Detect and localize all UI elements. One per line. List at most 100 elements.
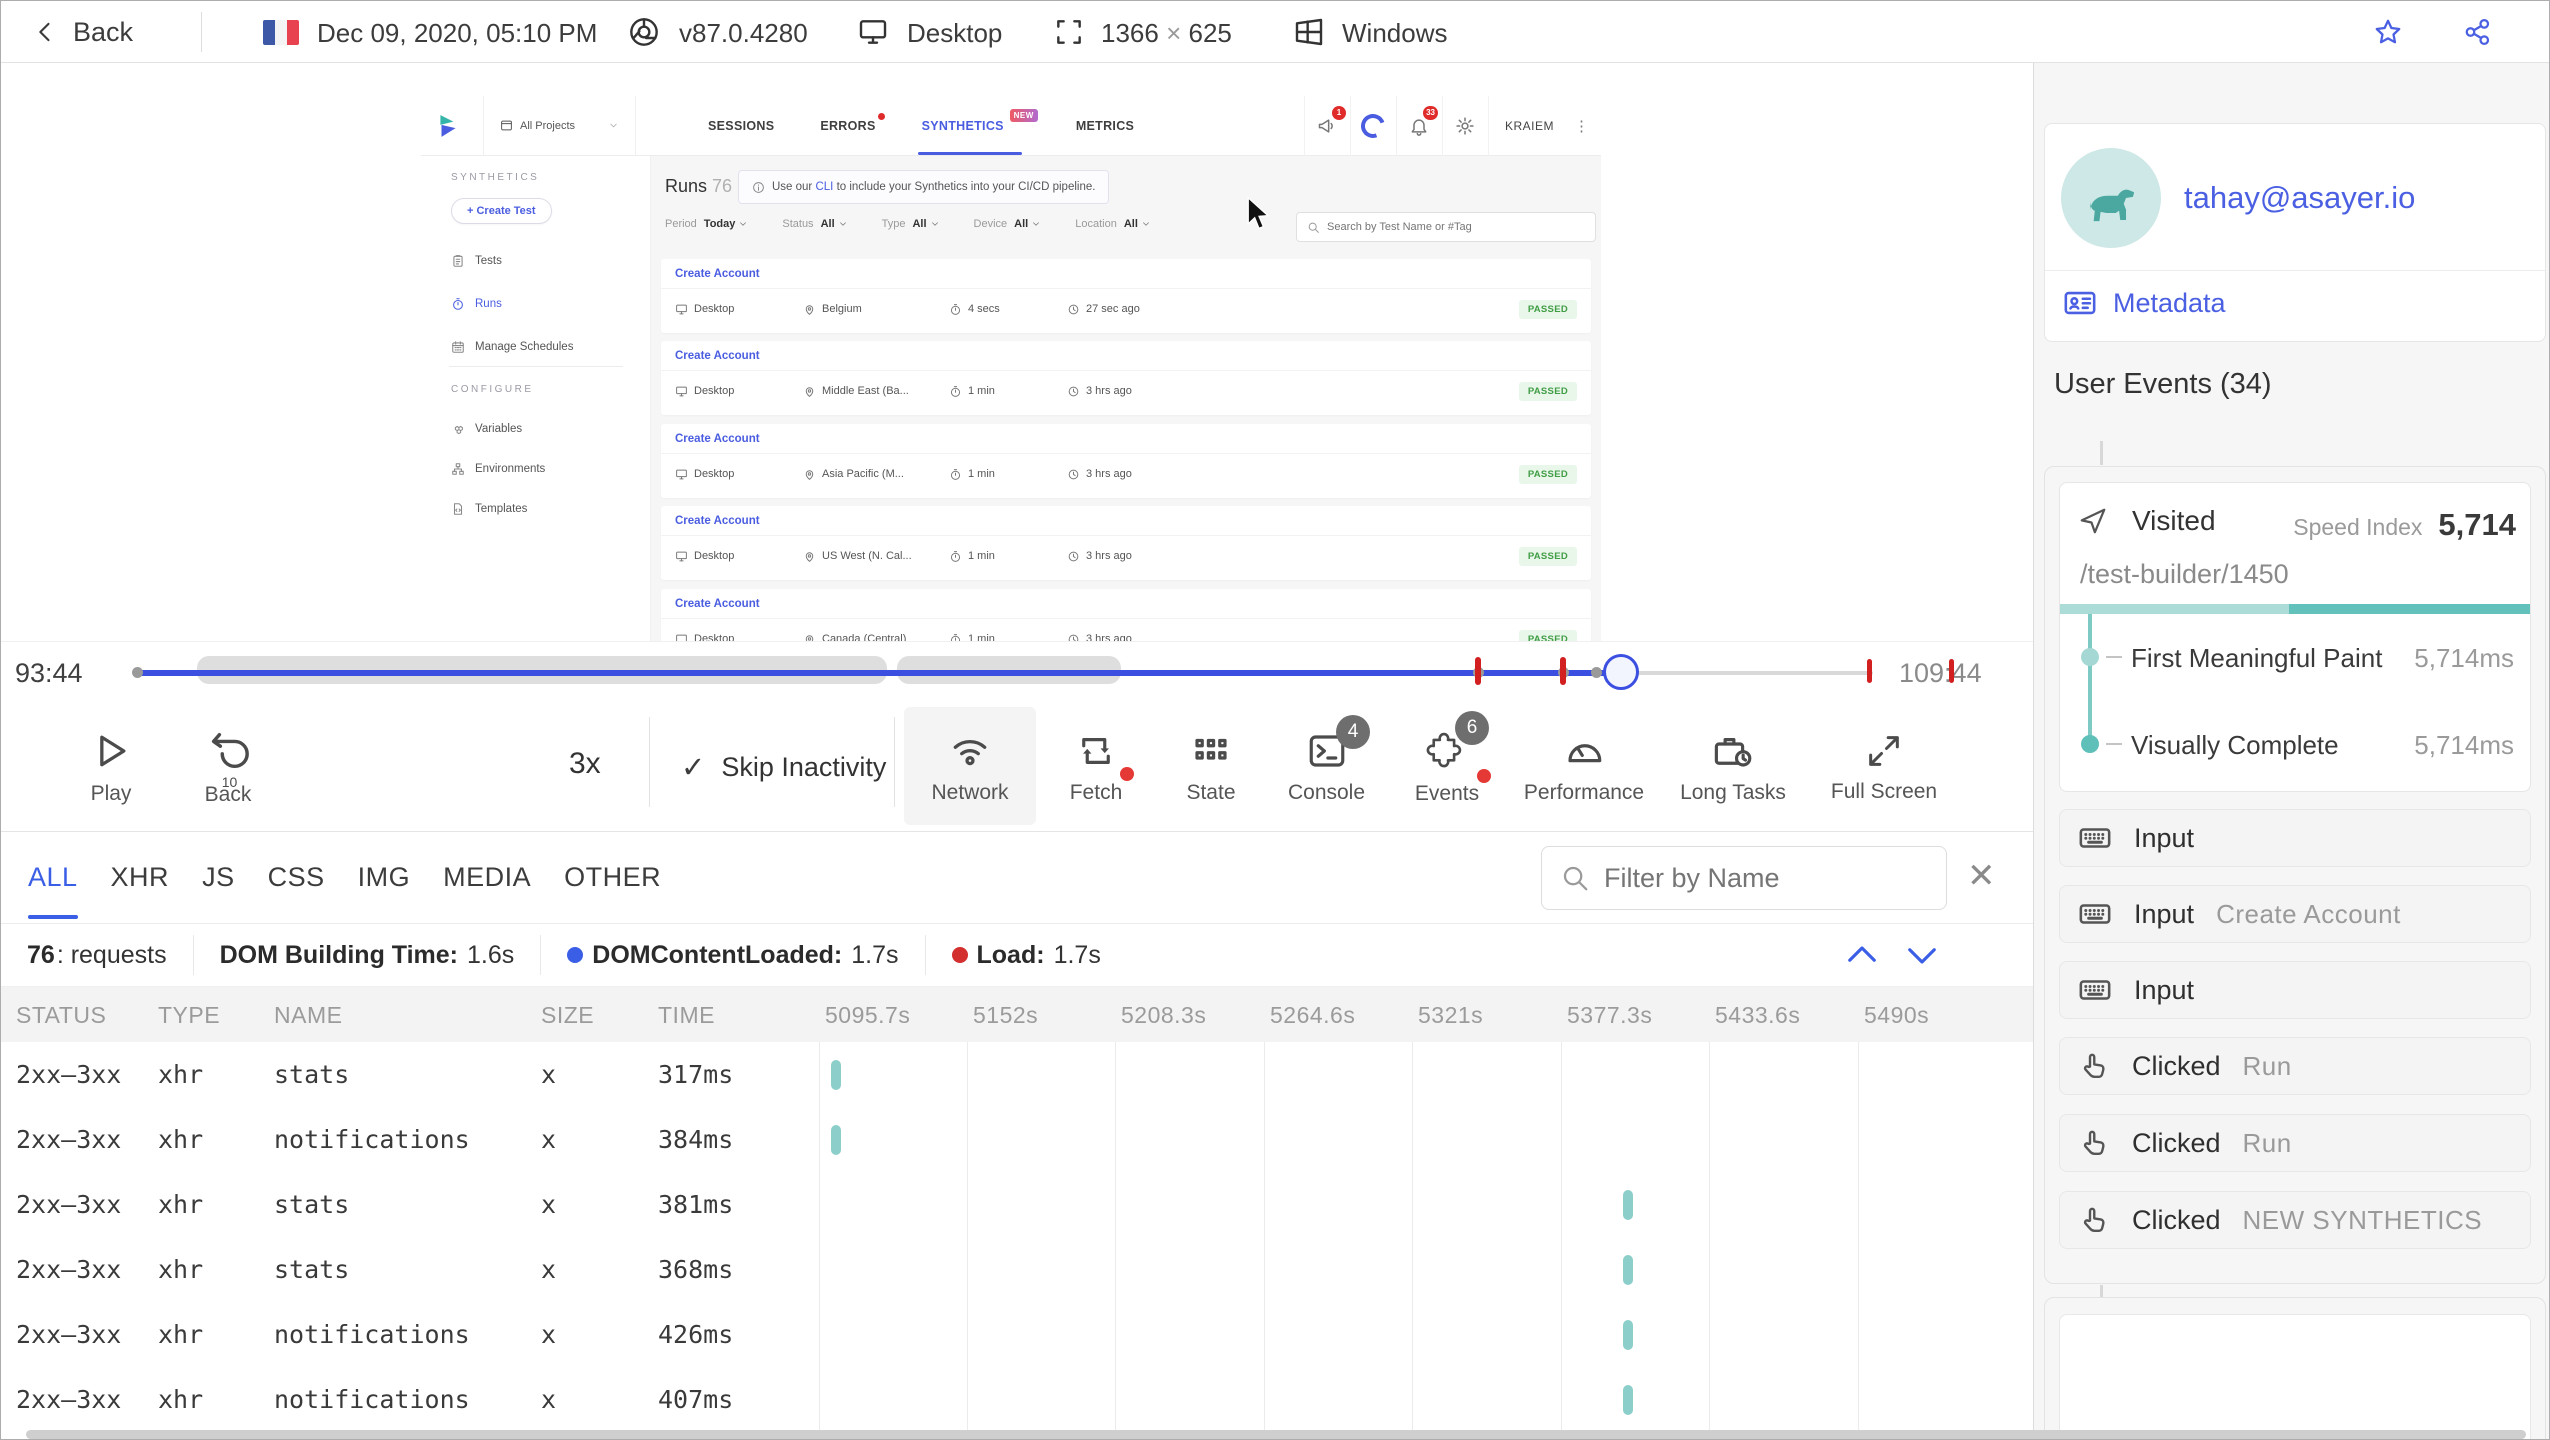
metadata-button[interactable]: Metadata xyxy=(2063,286,2226,320)
tab-xhr[interactable]: XHR xyxy=(111,836,170,919)
col-time[interactable]: TIME xyxy=(658,1002,715,1029)
request-row[interactable]: 2xx–3xx xhr stats x 368ms xyxy=(1,1237,2033,1302)
project-selector[interactable]: All Projects xyxy=(483,95,637,156)
performance-panel-button[interactable]: Performance xyxy=(1509,711,1659,823)
events-panel-button[interactable]: Events 6 xyxy=(1391,711,1503,823)
user-menu[interactable]: KRAIEM xyxy=(1487,95,1570,156)
back-button[interactable]: Back xyxy=(73,17,133,48)
run-card[interactable]: Create Account Desktop Canada (Central) … xyxy=(661,589,1591,641)
tab-media[interactable]: MEDIA xyxy=(443,836,531,919)
tab-other[interactable]: OTHER xyxy=(564,836,661,919)
jump-up-icon[interactable] xyxy=(1841,934,1883,976)
console-panel-button[interactable]: Console 4 xyxy=(1269,711,1384,823)
tab-img[interactable]: IMG xyxy=(358,836,411,919)
cli-link[interactable]: CLI xyxy=(815,181,833,193)
event-clicked[interactable]: Clicked Run xyxy=(2059,1037,2531,1095)
jump-down-icon[interactable] xyxy=(1901,934,1943,976)
filter-type[interactable]: Type All xyxy=(882,218,940,230)
tab-errors[interactable]: ERRORS xyxy=(820,97,885,155)
col-name[interactable]: NAME xyxy=(274,1002,342,1029)
run-card[interactable]: Create Account Desktop US West (N. Cal..… xyxy=(661,506,1591,580)
col-size[interactable]: SIZE xyxy=(541,1002,594,1029)
run-time-ago: 27 sec ago xyxy=(1067,303,1519,316)
event-clicked[interactable]: Clicked NEW SYNTHETICS xyxy=(2059,1191,2531,1249)
run-card[interactable]: Create Account Desktop Middle East (Ba..… xyxy=(661,341,1591,415)
sidebar-item-variables[interactable]: Variables xyxy=(451,422,522,436)
sidebar-item-environments[interactable]: Environments xyxy=(451,462,545,476)
state-panel-button[interactable]: State xyxy=(1161,711,1261,823)
event-input[interactable]: Input xyxy=(2059,961,2531,1019)
browser-chrome-icon xyxy=(628,16,660,48)
kebab-menu[interactable]: ⋮ xyxy=(1570,117,1601,135)
tab-all[interactable]: ALL xyxy=(28,836,78,919)
create-test-button[interactable]: + Create Test xyxy=(451,198,552,224)
run-name-link[interactable]: Create Account xyxy=(661,589,1591,610)
notifications-button[interactable]: 33 xyxy=(1395,95,1442,156)
run-card[interactable]: Create Account Desktop Asia Pacific (M..… xyxy=(661,424,1591,498)
fetch-panel-button[interactable]: Fetch xyxy=(1046,711,1146,823)
run-status-badge: PASSED xyxy=(1518,464,1577,484)
runs-search[interactable] xyxy=(1296,212,1596,242)
filter-input[interactable] xyxy=(1604,862,1904,894)
filter-status[interactable]: Status All xyxy=(782,218,847,230)
event-input[interactable]: Input xyxy=(2059,809,2531,867)
horizontal-scrollbar[interactable] xyxy=(26,1430,2526,1439)
event-input[interactable]: Input Create Account xyxy=(2059,885,2531,943)
events-badge: 6 xyxy=(1455,711,1489,745)
filter-period[interactable]: Period Today xyxy=(665,218,748,230)
network-summary: 76: requests DOM Building Time: 1.6s DOMC… xyxy=(1,924,2033,987)
long-tasks-panel-button[interactable]: Long Tasks xyxy=(1663,711,1803,823)
user-email[interactable]: tahay@asayer.io xyxy=(2184,180,2415,216)
filter-device[interactable]: Device All xyxy=(974,218,1042,230)
sidebar-item-manage-schedules[interactable]: Manage Schedules xyxy=(451,340,573,354)
run-name-link[interactable]: Create Account xyxy=(661,259,1591,280)
back-10s-button[interactable]: 10 Back xyxy=(191,711,265,823)
session-replay-window: Back Dec 09, 2020, 05:10 PM v87.0.4280 D… xyxy=(0,0,2550,1440)
tab-sessions[interactable]: SESSIONS xyxy=(708,97,774,155)
speed-toggle[interactable]: 3x xyxy=(569,747,601,781)
run-name-link[interactable]: Create Account xyxy=(661,424,1591,445)
full-screen-button[interactable]: Full Screen xyxy=(1809,711,1959,823)
run-card[interactable]: Create Account Desktop Belgium 4 secs 27… xyxy=(661,259,1591,333)
tab-metrics[interactable]: METRICS xyxy=(1076,97,1134,155)
tab-js[interactable]: JS xyxy=(202,836,235,919)
run-name-link[interactable]: Create Account xyxy=(661,506,1591,527)
player-timeline[interactable]: 93:44 109:44 xyxy=(1,641,2033,703)
sidebar-item-runs[interactable]: Runs xyxy=(451,297,502,311)
col-type[interactable]: TYPE xyxy=(158,1002,220,1029)
request-row[interactable]: 2xx–3xx xhr stats x 317ms xyxy=(1,1042,2033,1107)
runs-search-input[interactable] xyxy=(1327,221,1577,233)
play-button[interactable]: Play xyxy=(76,711,146,823)
tab-css[interactable]: CSS xyxy=(268,836,325,919)
speed-index: Speed Index 5,714 xyxy=(2293,507,2516,542)
run-status-badge: PASSED xyxy=(1518,546,1577,566)
app-logo-icon xyxy=(440,114,456,137)
network-panel-button[interactable]: Network xyxy=(904,707,1036,825)
run-name-link[interactable]: Create Account xyxy=(661,341,1591,362)
player-controls: Play 10 Back 3x ✓ Skip Inactivity Networ… xyxy=(1,703,2033,831)
new-badge: NEW xyxy=(1009,108,1038,122)
keyboard-icon xyxy=(2078,821,2112,855)
skip-inactivity-toggle[interactable]: ✓ Skip Inactivity xyxy=(681,703,886,831)
filter-box[interactable] xyxy=(1541,846,1947,910)
sidebar-item-templates[interactable]: Templates xyxy=(451,502,527,516)
favorite-star-icon[interactable] xyxy=(2373,17,2403,47)
request-row[interactable]: 2xx–3xx xhr notifications x 426ms xyxy=(1,1302,2033,1367)
tab-synthetics[interactable]: SYNTHETICS NEW xyxy=(917,97,1038,155)
request-row[interactable]: 2xx–3xx xhr notifications x 384ms xyxy=(1,1107,2033,1172)
share-icon[interactable] xyxy=(2463,17,2493,47)
playhead-handle[interactable] xyxy=(1603,654,1639,690)
sidebar-item-tests[interactable]: Tests xyxy=(451,254,502,268)
announcements-button[interactable]: 1 xyxy=(1303,95,1350,156)
event-clicked[interactable]: Clicked Run xyxy=(2059,1114,2531,1172)
filter-location[interactable]: Location All xyxy=(1075,218,1151,230)
divider xyxy=(894,717,895,807)
request-timing-bar xyxy=(1623,1320,1633,1350)
request-row[interactable]: 2xx–3xx xhr stats x 381ms xyxy=(1,1172,2033,1237)
settings-button[interactable] xyxy=(1441,95,1488,156)
close-panel-icon[interactable]: ✕ xyxy=(1967,856,1996,896)
col-status[interactable]: STATUS xyxy=(16,1002,106,1029)
visited-event-card[interactable]: Visited Speed Index 5,714 /test-builder/… xyxy=(2059,482,2531,792)
request-row[interactable]: 2xx–3xx xhr notifications x 407ms xyxy=(1,1367,2033,1432)
top-bar: Back Dec 09, 2020, 05:10 PM v87.0.4280 D… xyxy=(1,1,2549,63)
